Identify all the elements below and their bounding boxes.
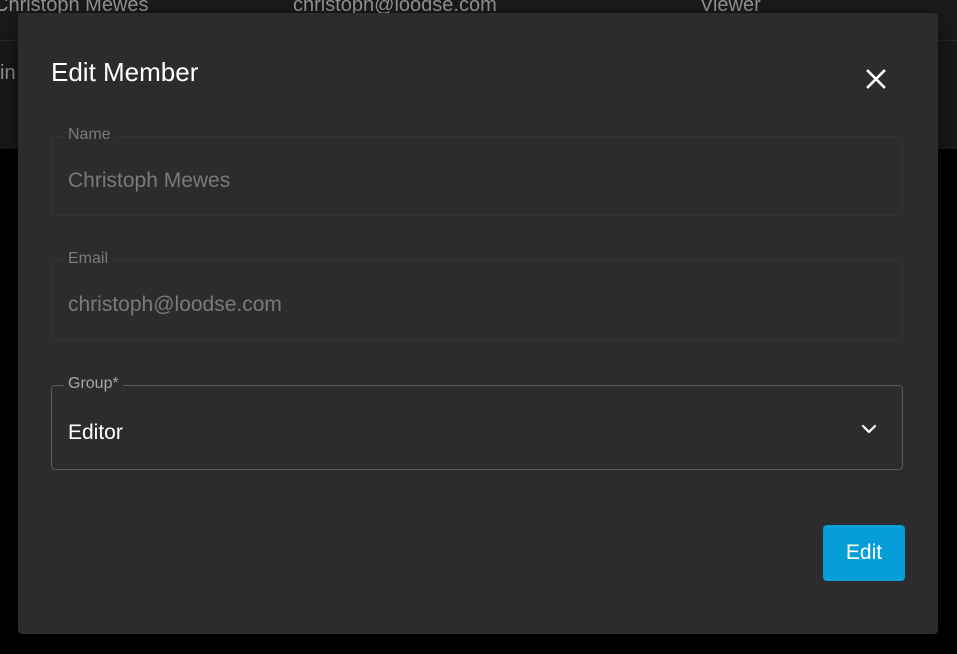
close-button[interactable] (860, 63, 890, 93)
email-field: Email christoph@loodse.com (51, 250, 903, 340)
group-select-label: Group* (64, 375, 123, 393)
name-field: Name Christoph Mewes (51, 126, 903, 216)
dialog-title: Edit Member (51, 57, 199, 87)
close-icon (866, 69, 886, 89)
name-field-value: Christoph Mewes (68, 169, 231, 192)
chevron-down-icon[interactable] (858, 418, 880, 440)
group-select-value: Editor (68, 421, 123, 444)
edit-submit-button[interactable]: Edit (823, 525, 905, 581)
member-name-cell: in (0, 62, 16, 84)
email-field-label: Email (64, 250, 113, 268)
email-field-value: christoph@loodse.com (68, 293, 282, 316)
group-select[interactable]: Group* Editor (51, 375, 903, 470)
edit-member-dialog: Edit Member Name Christoph Mewes Email c… (18, 13, 938, 634)
name-field-label: Name (64, 126, 115, 144)
